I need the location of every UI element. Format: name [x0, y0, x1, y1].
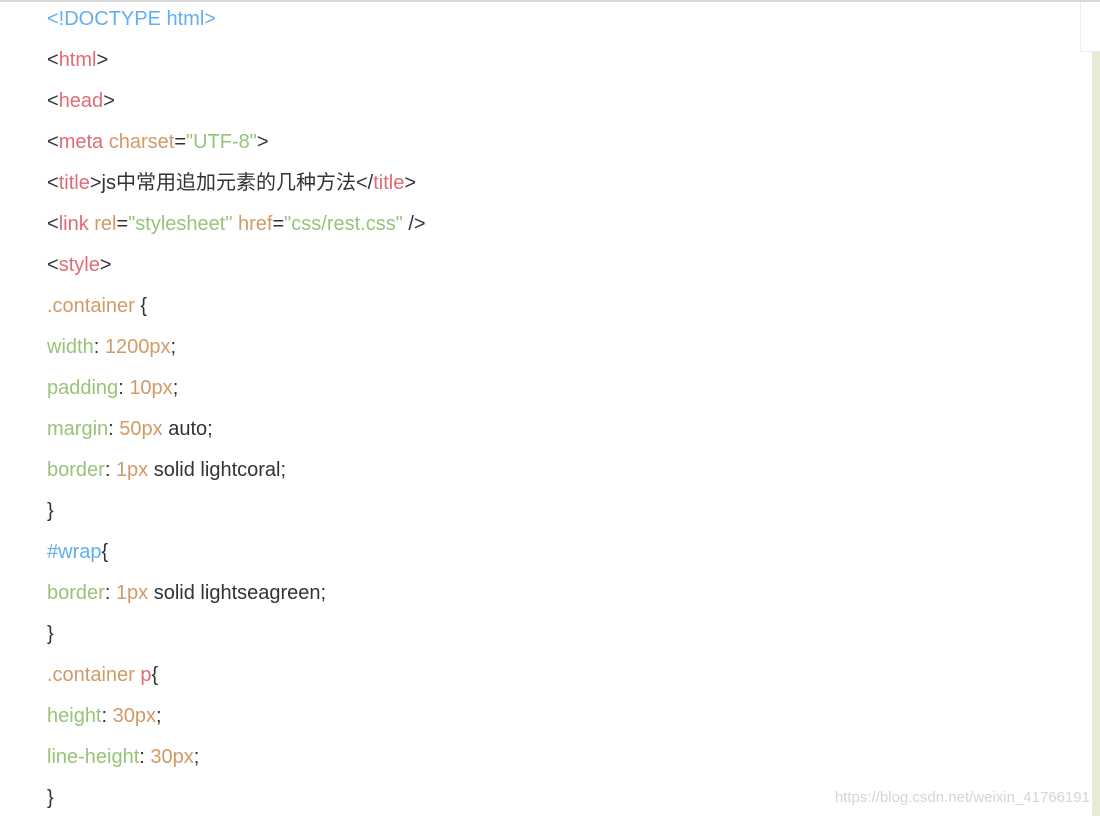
code-token-punct: /> [402, 213, 426, 235]
code-token-punct: ; [156, 705, 162, 727]
code-line: <html> [47, 43, 426, 84]
code-token-prop: padding [47, 377, 119, 399]
code-token-punct: ; [172, 377, 179, 399]
code-line: } [47, 617, 426, 658]
code-token-string: "stylesheet" [128, 213, 233, 235]
code-token-attr: charset [108, 131, 175, 153]
code-token-punct: < [47, 90, 59, 112]
code-line: margin: 50px auto; [47, 412, 426, 453]
code-token-class: .container [47, 295, 135, 317]
code-token-punct: : [108, 418, 120, 440]
code-token-prop: width [47, 336, 94, 358]
code-token-attr: href [238, 213, 273, 235]
code-token-punct: } [47, 623, 54, 645]
code-line: <head> [47, 84, 426, 125]
code-token-tag: html [58, 49, 97, 71]
code-token-prop: line-height [47, 746, 140, 768]
code-token-punct: < [47, 172, 59, 194]
code-token-tag: style [58, 254, 100, 276]
code-line: } [47, 494, 426, 535]
code-token-punct: } [47, 500, 54, 522]
code-token-number: 1px [115, 459, 149, 481]
code-token-number: 30px [150, 746, 194, 768]
code-line: border: 1px solid lightseagreen; [47, 576, 426, 617]
code-line: width: 1200px; [47, 330, 426, 371]
scroll-corner [1080, 2, 1100, 52]
code-token-punct: : [104, 459, 116, 481]
code-token-punct: : [93, 336, 105, 358]
code-token-tag: meta [58, 131, 104, 153]
code-token-punct: { [101, 541, 109, 563]
code-token-doctype: <!DOCTYPE html> [47, 8, 216, 30]
code-lines: <!DOCTYPE html> <html> <head> <meta charset… [47, 2, 426, 816]
code-token-punct: : [118, 377, 130, 399]
code-token-tag: link [58, 213, 89, 235]
code-line: .container { [47, 289, 426, 330]
code-token-punct: > [89, 172, 102, 194]
code-line: } [47, 781, 426, 816]
code-token-punct: </ [355, 172, 374, 194]
code-token-punct: < [47, 131, 59, 153]
code-line: border: 1px solid lightcoral; [47, 453, 426, 494]
code-token-prop: border [47, 582, 105, 604]
code-line: <!DOCTYPE html> [47, 2, 426, 43]
code-line: padding: 10px; [47, 371, 426, 412]
code-token-prop: height [47, 705, 102, 727]
code-token-punct: > [96, 49, 109, 71]
code-token-text: solid lightseagreen; [148, 582, 327, 604]
code-token-punct: = [116, 213, 129, 235]
code-token-attr: rel [94, 213, 117, 235]
vertical-scrollbar[interactable] [1092, 52, 1100, 816]
code-line: <title>js中常用追加元素的几种方法</title> [47, 166, 426, 207]
code-token-prop: border [47, 459, 105, 481]
code-token-punct: > [404, 172, 417, 194]
code-token-punct: = [174, 131, 186, 153]
code-line: .container p{ [47, 658, 426, 699]
code-token-punct: { [151, 664, 159, 686]
code-token-punct: < [47, 213, 59, 235]
code-token-number: 1200px [104, 336, 171, 358]
code-token-punct: { [134, 295, 148, 317]
code-token-punct: = [272, 213, 285, 235]
code-token-string: "UTF-8" [186, 131, 257, 153]
code-token-punct: : [139, 746, 151, 768]
code-line: height: 30px; [47, 699, 426, 740]
code-token-punct: < [47, 49, 59, 71]
code-token-punct: < [47, 254, 59, 276]
code-line: line-height: 30px; [47, 740, 426, 781]
code-line: <link rel="stylesheet" href="css/rest.cs… [47, 207, 426, 248]
code-token-number: 30px [112, 705, 156, 727]
code-token-number: 10px [129, 377, 173, 399]
code-line: <meta charset="UTF-8"> [47, 125, 426, 166]
code-viewer-page: { "code": { "lines": [ { "tokens": [ { "… [0, 0, 1100, 816]
code-token-tag: title [373, 172, 405, 194]
code-token-prop: margin [47, 418, 109, 440]
code-token-punct: ; [170, 336, 177, 358]
code-token-punct: > [256, 131, 269, 153]
code-token-tag: head [58, 90, 104, 112]
code-token-string: "css/rest.css" [284, 213, 403, 235]
code-line: #wrap{ [47, 535, 426, 576]
code-token-class: .container [47, 664, 135, 686]
code-token-punct: ; [193, 746, 200, 768]
watermark: https://blog.csdn.net/weixin_41766191 [834, 789, 1090, 806]
code-token-tag: title [58, 172, 90, 194]
code-token-id: #wrap [47, 541, 102, 563]
code-token-punct: : [104, 582, 116, 604]
code-token-punct: > [103, 90, 115, 112]
code-token-text: js中常用追加元素的几种方法 [101, 172, 356, 194]
code-token-tag: p [140, 664, 152, 686]
code-token-punct: : [101, 705, 113, 727]
code-block: <!DOCTYPE html> <html> <head> <meta charset… [0, 2, 1092, 816]
code-token-punct: > [99, 254, 112, 276]
code-token-punct: } [47, 787, 54, 809]
code-token-number: 50px [119, 418, 163, 440]
code-token-text: auto; [162, 418, 213, 440]
code-line: <style> [47, 248, 426, 289]
code-token-text: solid lightcoral; [148, 459, 287, 481]
code-token-number: 1px [115, 582, 149, 604]
